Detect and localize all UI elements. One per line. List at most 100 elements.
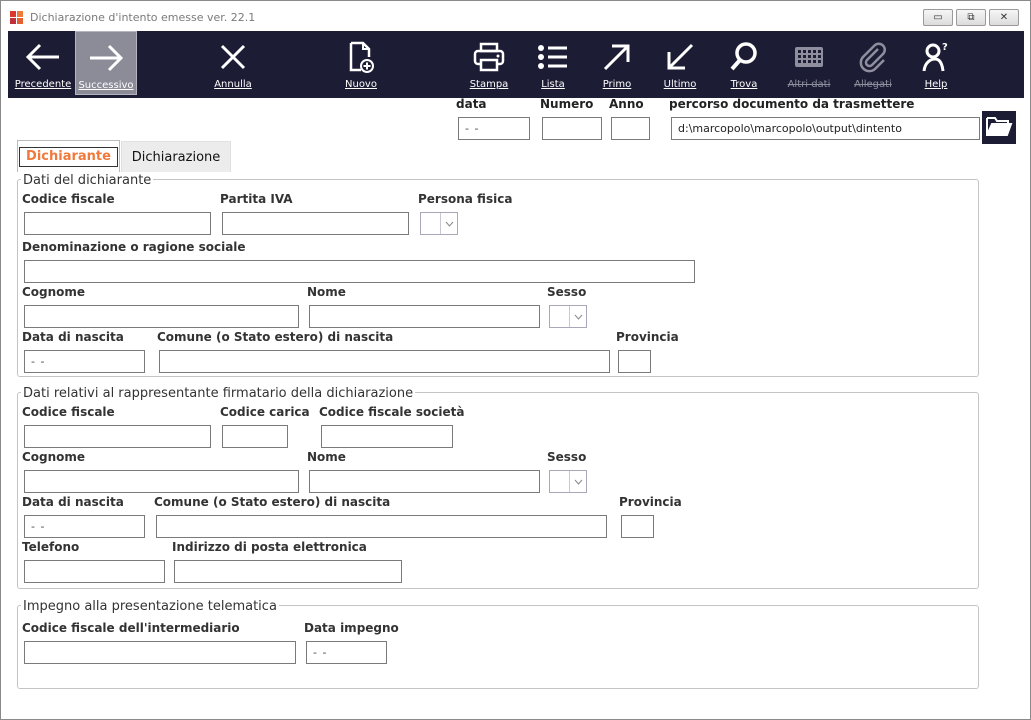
impegno-group-title: Impegno alla presentazione telematica [21,599,279,614]
dichiarante-comune-label: Comune (o Stato estero) di nascita [157,330,394,344]
email-field[interactable] [174,560,402,583]
rappresentante-cognome-field[interactable] [24,470,299,493]
data-impegno-label: Data impegno [304,621,399,635]
tab-dichiarazione[interactable]: Dichiarazione [121,141,231,173]
annulla-label: Annulla [214,79,252,90]
data-field[interactable]: - - [458,117,530,140]
altri-dati-button[interactable]: Altri dati [779,31,839,95]
percorso-label: percorso documento da trasmettere [669,97,915,111]
trova-label: Trova [730,79,758,90]
help-label: Help [924,79,948,90]
annulla-button[interactable]: Annulla [203,31,263,95]
precedente-button[interactable]: Precedente [11,31,75,95]
partita-iva-field[interactable] [222,212,409,235]
dichiarante-cognome-label: Cognome [22,285,86,299]
restore-button[interactable]: ⧉ [956,9,986,26]
persona-fisica-label: Persona fisica [418,192,513,206]
successivo-button[interactable]: Successivo [75,31,137,95]
nuovo-label: Nuovo [345,79,377,90]
lista-label: Lista [541,79,565,90]
tab-dichiarazione-label: Dichiarazione [131,150,221,165]
title-bar[interactable]: Dichiarazione d'intento emesse ver. 22.1… [1,1,1030,31]
data-impegno-field[interactable]: - - [306,641,387,664]
dichiarante-data-nascita-field[interactable]: - - [24,350,145,373]
chevron-down-icon [440,213,457,234]
rappresentante-nome-field[interactable] [309,470,540,493]
dichiarante-sesso-select[interactable] [549,305,587,328]
numero-field[interactable] [542,117,602,140]
cf-intermediario-label: Codice fiscale dell'intermediario [22,621,240,635]
ultimo-button[interactable]: Ultimo [650,31,710,95]
primo-label: Primo [602,79,632,90]
close-window-button[interactable]: ✕ [989,9,1019,26]
allegati-label: Allegati [854,79,892,90]
dichiarante-cf-field[interactable] [24,212,211,235]
rappresentante-provincia-label: Provincia [619,495,682,509]
app-logo-icon [10,11,24,25]
dichiarante-cf-label: Codice fiscale [22,192,115,206]
rappresentante-data-nascita-field[interactable]: - - [24,515,145,538]
tab-dichiarante-label: Dichiarante [19,147,118,167]
email-label: Indirizzo di posta elettronica [172,540,367,554]
folder-open-icon [985,115,1013,140]
dichiarante-provincia-field[interactable] [618,350,651,373]
cf-societa-field[interactable] [321,425,453,448]
ultimo-label: Ultimo [663,79,697,90]
codice-carica-field[interactable] [222,425,288,448]
dichiarante-comune-field[interactable] [159,350,610,373]
denominazione-label: Denominazione o ragione sociale [22,240,246,254]
grid-icon [779,37,839,77]
dichiarante-provincia-label: Provincia [616,330,679,344]
partita-iva-label: Partita IVA [220,192,293,206]
anno-field[interactable] [611,117,650,140]
nuovo-button[interactable]: Nuovo [331,31,391,95]
allegati-button[interactable]: Allegati [843,31,903,95]
tab-dichiarante[interactable]: Dichiarante [17,140,120,172]
denominazione-field[interactable] [24,260,695,283]
cf-intermediario-field[interactable] [24,641,296,664]
rappresentante-comune-field[interactable] [156,515,607,538]
rappresentante-sesso-select[interactable] [549,470,587,493]
help-icon: ? [906,37,966,77]
dichiarante-nome-field[interactable] [309,305,540,328]
paperclip-icon [843,37,903,77]
new-document-icon [331,37,391,77]
successivo-label: Successivo [78,80,134,91]
rappresentante-group-title: Dati relativi al rappresentante firmatar… [21,386,416,401]
browse-folder-button[interactable] [982,111,1016,144]
rappresentante-data-nascita-label: Data di nascita [22,495,124,509]
trova-button[interactable]: Trova [714,31,774,95]
dichiarante-data-nascita-label: Data di nascita [22,330,124,344]
help-button[interactable]: ? Help [906,31,966,95]
rappresentante-cf-label: Codice fiscale [22,405,115,419]
lista-button[interactable]: Lista [523,31,583,95]
anno-label: Anno [609,97,644,111]
rappresentante-cognome-label: Cognome [22,450,86,464]
chevron-down-icon [569,471,586,492]
arrow-up-right-icon [587,37,647,77]
arrow-left-icon [11,37,75,77]
rappresentante-provincia-field[interactable] [621,515,654,538]
arrow-down-left-icon [650,37,710,77]
rappresentante-cf-field[interactable] [24,425,211,448]
telefono-label: Telefono [22,540,80,554]
toolbar: Precedente Successivo Annulla Nuovo Stam… [8,31,1024,98]
minimize-button[interactable]: ▭ [923,9,953,26]
stampa-button[interactable]: Stampa [459,31,519,95]
rappresentante-nome-label: Nome [307,450,346,464]
dichiarante-cognome-field[interactable] [24,305,299,328]
codice-carica-label: Codice carica [220,405,310,419]
dichiarante-group-title: Dati del dichiarante [21,173,154,188]
primo-button[interactable]: Primo [587,31,647,95]
close-icon [203,37,263,77]
printer-icon [459,37,519,77]
persona-fisica-select[interactable] [420,212,458,235]
rappresentante-comune-label: Comune (o Stato estero) di nascita [154,495,391,509]
percorso-field[interactable]: d:\marcopolo\marcopolo\output\dintento [671,117,980,140]
numero-label: Numero [540,97,594,111]
application-window: Dichiarazione d'intento emesse ver. 22.1… [0,0,1031,720]
telefono-field[interactable] [24,560,165,583]
window-title: Dichiarazione d'intento emesse ver. 22.1 [30,11,256,24]
cf-societa-label: Codice fiscale società [319,405,465,419]
dichiarante-sesso-label: Sesso [547,285,587,299]
